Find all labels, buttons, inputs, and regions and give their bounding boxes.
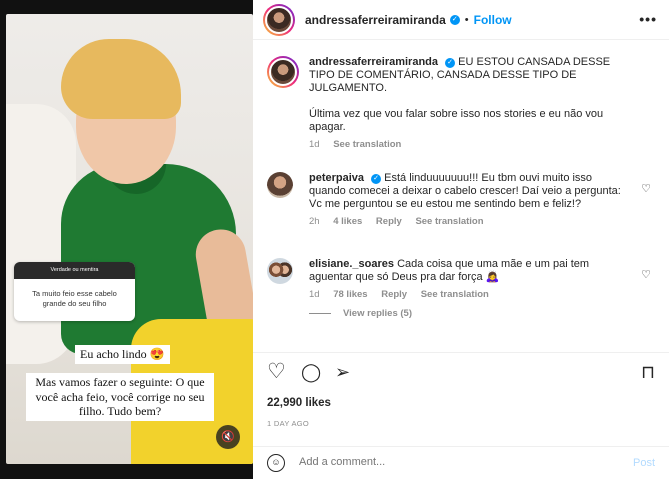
verified-icon: ✓ [449,14,460,25]
see-translation-button[interactable]: See translation [415,216,483,227]
comment-time[interactable]: 1d [309,289,320,300]
comment-meta: 1d 78 likes Reply See translation [309,289,657,300]
caption-username[interactable]: andressaferreiramiranda [309,56,438,68]
question-sticker: Verdade ou mentira Ta muito feio esse ca… [14,262,135,321]
emoji-icon[interactable]: ☺ [267,454,285,472]
caption-see-translation[interactable]: See translation [333,139,401,150]
like-icon[interactable]: ♡ [267,361,286,382]
question-header: Verdade ou mentira [14,262,135,279]
mute-icon[interactable]: 🔇 [216,425,240,449]
post-caption: andressaferreiramiranda ✓ EU ESTOU CANSA… [267,56,657,150]
replies-line [309,312,331,314]
author-username[interactable]: andressaferreiramiranda [305,13,446,27]
share-icon[interactable]: ➢ [335,363,350,381]
view-replies-label: View replies (5) [343,308,412,319]
avatar-image [265,5,293,34]
caption-meta: 1d See translation [309,139,657,150]
comment-icon[interactable]: ◯ [301,363,321,381]
post-panel: andressaferreiramiranda ✓ • Follow ••• a… [253,0,669,479]
save-icon[interactable]: ⊓ [641,363,655,381]
comment-text-block: elisiane._soares Cada coisa que uma mãe … [309,258,657,284]
comment-likes[interactable]: 78 likes [333,289,367,300]
comment-username[interactable]: peterpaiva [309,172,364,184]
add-comment-bar: ☺ Post [253,446,669,479]
caption-avatar[interactable] [267,56,299,88]
verified-icon: ✓ [371,174,382,184]
comment-item: elisiane._soares Cada coisa que uma mãe … [267,258,657,319]
comment-username[interactable]: elisiane._soares [309,258,394,270]
author-avatar[interactable] [263,3,295,36]
see-translation-button[interactable]: See translation [421,289,489,300]
caption-text-block: andressaferreiramiranda ✓ EU ESTOU CANSA… [309,56,657,95]
commenter-avatar[interactable] [267,172,293,198]
more-options-icon[interactable]: ••• [639,11,657,27]
posted-ago[interactable]: 1 DAY AGO [267,419,309,428]
comment-meta: 2h 4 likes Reply See translation [309,216,657,227]
caption-time[interactable]: 1d [309,139,320,150]
comment-item: peterpaiva ✓ Está linduuuuuuu!!! Eu tbm … [267,172,657,227]
comments-section[interactable]: andressaferreiramiranda ✓ EU ESTOU CANSA… [253,41,669,351]
story-caption-1: Eu acho lindo 😍 [75,345,170,364]
verified-icon: ✓ [445,58,456,68]
comment-like-icon[interactable]: ♡ [641,268,651,281]
story-caption-2: Mas vamos fazer o seguinte: O que você a… [26,373,214,421]
avatar-image [269,58,297,86]
comment-likes[interactable]: 4 likes [333,216,362,227]
action-bar: ♡ ◯ ➢ ⊓ [253,352,669,388]
post-header: andressaferreiramiranda ✓ • Follow ••• [253,0,669,40]
question-text: Ta muito feio esse cabelo grande do seu … [32,289,117,308]
comment-like-icon[interactable]: ♡ [641,182,651,195]
hair-shape [61,39,181,119]
follow-button[interactable]: Follow [474,13,512,27]
comment-text-block: peterpaiva ✓ Está linduuuuuuu!!! Eu tbm … [309,172,657,211]
view-replies-button[interactable]: View replies (5) [309,308,657,319]
comment-time[interactable]: 2h [309,216,320,227]
separator-dot: • [464,13,469,26]
commenter-avatar[interactable] [267,258,293,284]
post-button[interactable]: Post [633,457,655,469]
caption-text-2: Última vez que vou falar sobre isso nos … [309,108,604,133]
likes-count[interactable]: 22,990 likes [267,397,331,409]
reply-button[interactable]: Reply [381,289,407,300]
comment-input[interactable] [299,456,599,468]
post-media[interactable]: Verdade ou mentira Ta muito feio esse ca… [0,0,253,479]
reply-button[interactable]: Reply [376,216,402,227]
